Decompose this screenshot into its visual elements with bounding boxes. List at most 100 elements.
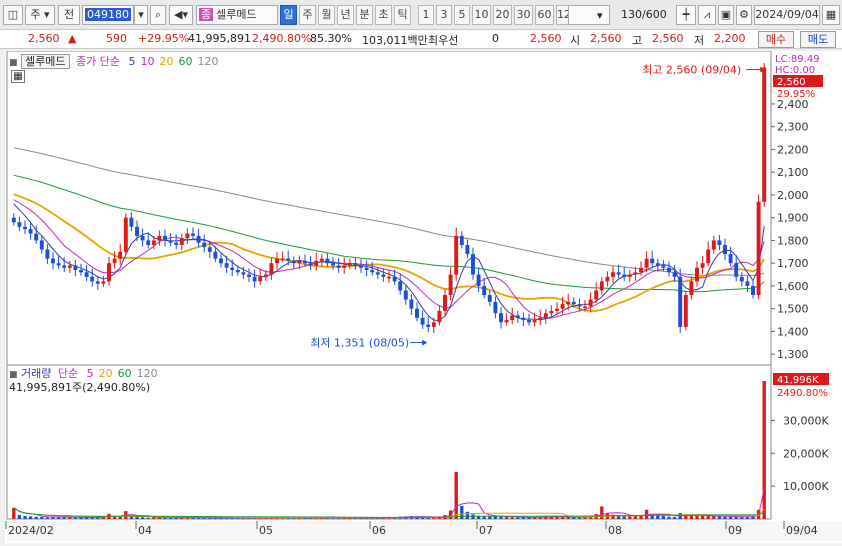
candle-body [123,217,128,252]
candle-body [11,217,16,223]
y-tick-label: 2,300 [777,121,809,134]
candle-body [543,313,548,318]
stock-code-input[interactable]: 049180 [82,5,134,25]
period-tab[interactable]: 년 [337,5,354,25]
search-icon[interactable]: ⌕ [150,5,166,25]
candle-body [745,281,750,286]
chart-type-icon[interactable]: ⩘ [698,5,716,25]
stock-tab[interactable]: 셀루메드 [21,54,70,69]
volume-bar [728,516,733,519]
candle-body [459,235,464,245]
candle-body [711,240,716,250]
sell-button[interactable]: 매도 [800,31,836,48]
candle-body [655,263,660,266]
volume-bar [689,515,694,519]
candle-body [672,272,677,277]
market-select[interactable]: 주 ▾ [25,5,55,25]
x-tick-label: 04 [138,524,152,537]
interval-button[interactable]: 5 [454,5,470,25]
candle-body [347,263,352,266]
volume-bar [118,516,122,519]
candle-body [39,240,44,250]
candle-body [739,276,744,282]
period-tab[interactable]: 틱 [394,5,411,25]
interval-button[interactable]: 60 [535,5,554,25]
candle-body [616,272,621,275]
period-tab[interactable]: 월 [318,5,335,25]
volume-bar [516,517,520,519]
up-arrow-icon: ▲ [68,32,77,45]
gear-icon[interactable]: ⚙ [736,5,752,25]
candle-body [45,249,50,259]
chart-area[interactable]: 2,400 2,300 2,200 2,100 2,000 1,900 1,800 1,700… [5,50,842,543]
period-tab[interactable]: 주 [299,5,316,25]
stock-name: 셀루메드 [216,8,257,21]
y-tick-label: 1,700 [777,257,809,270]
speaker-icon[interactable]: ◀▾ [169,5,193,25]
count-field[interactable] [568,5,610,25]
candle-body [611,272,615,277]
candle-body [140,235,145,241]
candle-body [252,276,257,282]
candle-body [325,258,330,264]
pref-label: 최우선 [428,34,459,47]
candle-body [639,267,643,273]
period-tab[interactable]: 일 [280,5,297,25]
interval-button[interactable]: 3 [436,5,452,25]
y-tick-label: 1,900 [777,212,809,225]
candle-body [370,270,375,273]
volume-percent: 2,490.80% [252,32,312,45]
candle-body [359,265,363,268]
ma-legend-item: 60 [178,55,193,68]
candle-body [303,260,307,264]
interval-button[interactable]: 20 [493,5,512,25]
candle-body [314,260,319,266]
grid-toggle-icon[interactable]: ▦ [11,70,25,83]
volume-bar [488,516,492,519]
period-tab[interactable]: 분 [356,5,373,25]
volume-bar [672,517,677,519]
candle-body [482,285,487,296]
x-tick-label: 08 [608,524,622,537]
count-value: 130/600 [621,8,667,21]
candle-body [398,281,403,291]
volume-bar [17,515,22,519]
code-dropdown-icon[interactable]: ▾ [134,5,148,25]
interval-button[interactable]: 10 [472,5,491,25]
candle-body [532,320,537,323]
volume-bar [560,517,565,519]
prev-button[interactable]: 전 [58,5,80,25]
candle-body [28,229,33,234]
candle-body [431,322,436,327]
chart-svg[interactable]: 2,4002,3002,2002,1002,0001,9001,8001,700… [5,50,842,543]
volume-summary: 41,995,891주(2,490.80%) [9,381,151,394]
candle-body [751,285,755,296]
candle-body [364,267,369,271]
candle-body [157,235,162,241]
candle-body [168,240,173,243]
low-label: 저 [694,34,705,47]
candle-body [297,260,302,264]
buy-button[interactable]: 매수 [758,31,794,48]
window-menu-icon[interactable]: ◫ [3,5,23,25]
candle-body [706,249,711,264]
save-icon[interactable]: ▣ [718,5,734,25]
date-field[interactable]: 2024/09/04 [754,5,820,25]
candle-body [515,315,520,318]
stock-name-field[interactable]: 종 셀루메드 [196,5,278,25]
interval-button[interactable]: 1 [418,5,434,25]
period-tab[interactable]: 초 [375,5,392,25]
volume-bar [661,516,666,519]
candle-body [728,254,733,264]
candle-body [112,258,117,264]
volume-bar [499,516,503,519]
price-legend: ■ 셀루메드 종가 단순 5 10 20 60 120 [9,53,218,69]
last-volume-label: 41,996K [777,375,819,386]
open-price: 2,560 [590,32,622,45]
interval-button[interactable]: 30 [514,5,533,25]
candle-body [224,263,229,268]
candle-body [594,290,599,300]
count-dropdown-icon[interactable]: ▾ [597,9,603,22]
candle-settings-icon[interactable]: ┿ [676,5,696,25]
calendar-icon[interactable]: ▦ [822,5,840,25]
